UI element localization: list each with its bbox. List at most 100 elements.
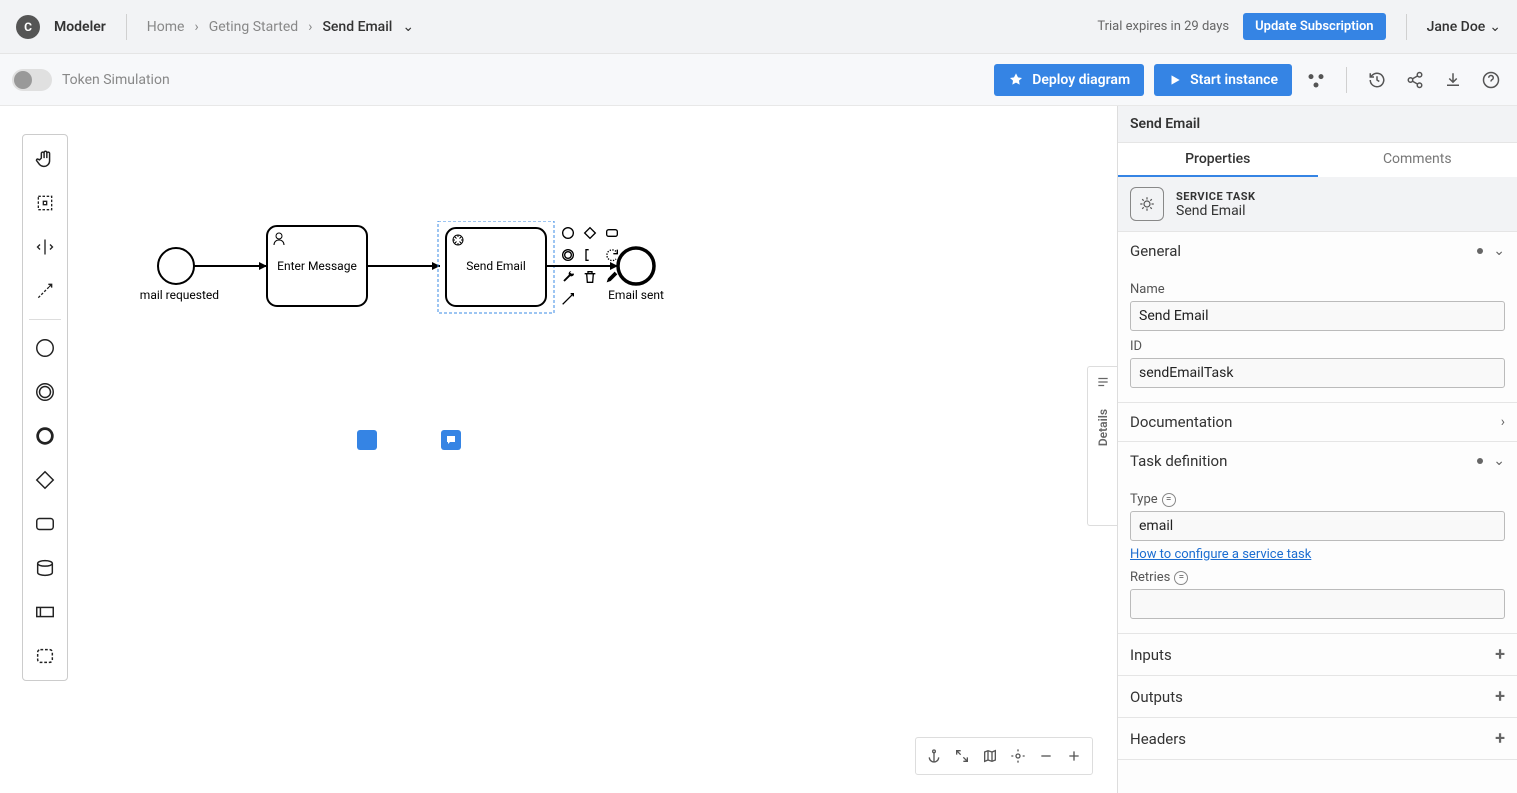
- chevron-down-icon[interactable]: ⌄: [402, 19, 414, 35]
- type-label: Type =: [1130, 492, 1505, 507]
- section-headers-header[interactable]: Headers +: [1118, 718, 1517, 759]
- plus-icon[interactable]: +: [1495, 686, 1505, 707]
- breadcrumb-current[interactable]: Send Email: [322, 19, 392, 35]
- hand-tool[interactable]: [27, 141, 63, 177]
- start-instance-button[interactable]: Start instance: [1154, 64, 1292, 96]
- trial-status: Trial expires in 29 days: [1097, 19, 1229, 34]
- element-card: SERVICE TASK Send Email: [1118, 177, 1517, 232]
- create-participant[interactable]: [27, 594, 63, 630]
- properties-panel: Send Email Properties Comments SERVICE T…: [1117, 106, 1517, 793]
- chevron-down-icon: ⌄: [1493, 243, 1505, 259]
- retries-label: Retries =: [1130, 570, 1505, 585]
- create-start-event[interactable]: [27, 330, 63, 366]
- section-outputs: Outputs +: [1118, 676, 1517, 718]
- task-enter-message-label: Enter Message: [277, 259, 357, 273]
- plus-icon[interactable]: +: [1495, 644, 1505, 665]
- ctx-color-icon[interactable]: [602, 267, 622, 287]
- space-tool[interactable]: [27, 229, 63, 265]
- help-icon[interactable]: [1477, 66, 1505, 94]
- section-documentation: Documentation ›: [1118, 403, 1517, 442]
- update-subscription-button[interactable]: Update Subscription: [1243, 13, 1385, 40]
- token-simulation-label: Token Simulation: [62, 72, 170, 88]
- details-tab[interactable]: Details: [1087, 366, 1117, 526]
- header-bar: C Modeler Home › Geting Started › Send E…: [0, 0, 1517, 54]
- divider: [1406, 14, 1407, 40]
- fullscreen-icon[interactable]: [948, 742, 976, 770]
- app-logo[interactable]: C: [16, 15, 40, 39]
- section-inputs-header[interactable]: Inputs +: [1118, 634, 1517, 675]
- section-inputs: Inputs +: [1118, 634, 1517, 676]
- create-data-store[interactable]: [27, 550, 63, 586]
- reset-zoom-icon[interactable]: [1004, 742, 1032, 770]
- ctx-append-gateway[interactable]: [580, 223, 600, 243]
- ctx-append-intermediate-event[interactable]: [558, 245, 578, 265]
- chevron-down-icon: ⌄: [1489, 19, 1501, 35]
- chevron-down-icon: ⌄: [1493, 453, 1505, 469]
- chevron-right-icon: ›: [194, 19, 198, 35]
- breadcrumb-project[interactable]: Geting Started: [209, 19, 299, 35]
- history-icon[interactable]: [1363, 66, 1391, 94]
- deploy-diagram-button[interactable]: Deploy diagram: [994, 64, 1144, 96]
- ctx-annotation[interactable]: [580, 245, 600, 265]
- divider: [1346, 67, 1347, 93]
- id-input[interactable]: [1130, 358, 1505, 388]
- create-task[interactable]: [27, 506, 63, 542]
- create-end-event[interactable]: [27, 418, 63, 454]
- create-intermediate-event[interactable]: [27, 374, 63, 410]
- comment-badge[interactable]: [357, 430, 377, 450]
- breadcrumb-home[interactable]: Home: [147, 19, 185, 35]
- diagram-canvas[interactable]: Email requested Enter Message Send Email: [0, 106, 1117, 793]
- tool-palette: [22, 134, 68, 681]
- comment-badge[interactable]: [441, 430, 461, 450]
- name-label: Name: [1130, 282, 1505, 297]
- type-input[interactable]: [1130, 511, 1505, 541]
- ctx-delete-icon[interactable]: [580, 267, 600, 287]
- indicator-dot: [1477, 458, 1483, 464]
- section-outputs-header[interactable]: Outputs +: [1118, 676, 1517, 717]
- element-name: Send Email: [1176, 203, 1256, 219]
- panel-tabs: Properties Comments: [1118, 143, 1517, 177]
- token-simulation-toggle[interactable]: [12, 69, 52, 91]
- list-icon: [1096, 375, 1110, 389]
- minimap-icon[interactable]: [976, 742, 1004, 770]
- rocket-icon: [1008, 72, 1024, 88]
- section-general-header[interactable]: General ⌄: [1118, 232, 1517, 270]
- section-documentation-header[interactable]: Documentation ›: [1118, 403, 1517, 441]
- section-taskdef-header[interactable]: Task definition ⌄: [1118, 442, 1517, 480]
- start-event-label: Email requested: [140, 288, 219, 302]
- ctx-replace[interactable]: [602, 245, 622, 265]
- ctx-connect-icon[interactable]: [558, 289, 578, 309]
- indicator-dot: [1477, 248, 1483, 254]
- zoom-in-icon[interactable]: [1060, 742, 1088, 770]
- share-icon[interactable]: [1401, 66, 1429, 94]
- tab-comments[interactable]: Comments: [1318, 143, 1517, 177]
- variable-icon[interactable]: =: [1162, 493, 1176, 507]
- variable-icon[interactable]: =: [1174, 571, 1188, 585]
- plus-icon[interactable]: +: [1495, 728, 1505, 749]
- download-icon[interactable]: [1439, 66, 1467, 94]
- view-controls: [915, 737, 1093, 775]
- ctx-append-task[interactable]: [602, 223, 622, 243]
- ctx-wrench-icon[interactable]: [558, 267, 578, 287]
- service-task-icon: [1130, 187, 1164, 221]
- cluster-icon[interactable]: [1302, 66, 1330, 94]
- retries-input[interactable]: [1130, 589, 1505, 619]
- section-headers: Headers +: [1118, 718, 1517, 760]
- create-gateway[interactable]: [27, 462, 63, 498]
- global-connect-tool[interactable]: [27, 273, 63, 309]
- context-pad: [558, 223, 638, 309]
- breadcrumb: Home › Geting Started › Send Email ⌄: [147, 19, 414, 35]
- service-task-help-link[interactable]: How to configure a service task: [1130, 547, 1311, 562]
- tab-properties[interactable]: Properties: [1118, 143, 1318, 177]
- zoom-out-icon[interactable]: [1032, 742, 1060, 770]
- chevron-right-icon: ›: [308, 19, 312, 35]
- user-menu[interactable]: Jane Doe ⌄: [1427, 19, 1501, 35]
- name-input[interactable]: [1130, 301, 1505, 331]
- create-group[interactable]: [27, 638, 63, 674]
- element-kind: SERVICE TASK: [1176, 190, 1256, 203]
- app-name: Modeler: [54, 19, 106, 35]
- lasso-tool[interactable]: [27, 185, 63, 221]
- id-label: ID: [1130, 339, 1505, 354]
- anchor-icon[interactable]: [920, 742, 948, 770]
- ctx-append-start-event[interactable]: [558, 223, 578, 243]
